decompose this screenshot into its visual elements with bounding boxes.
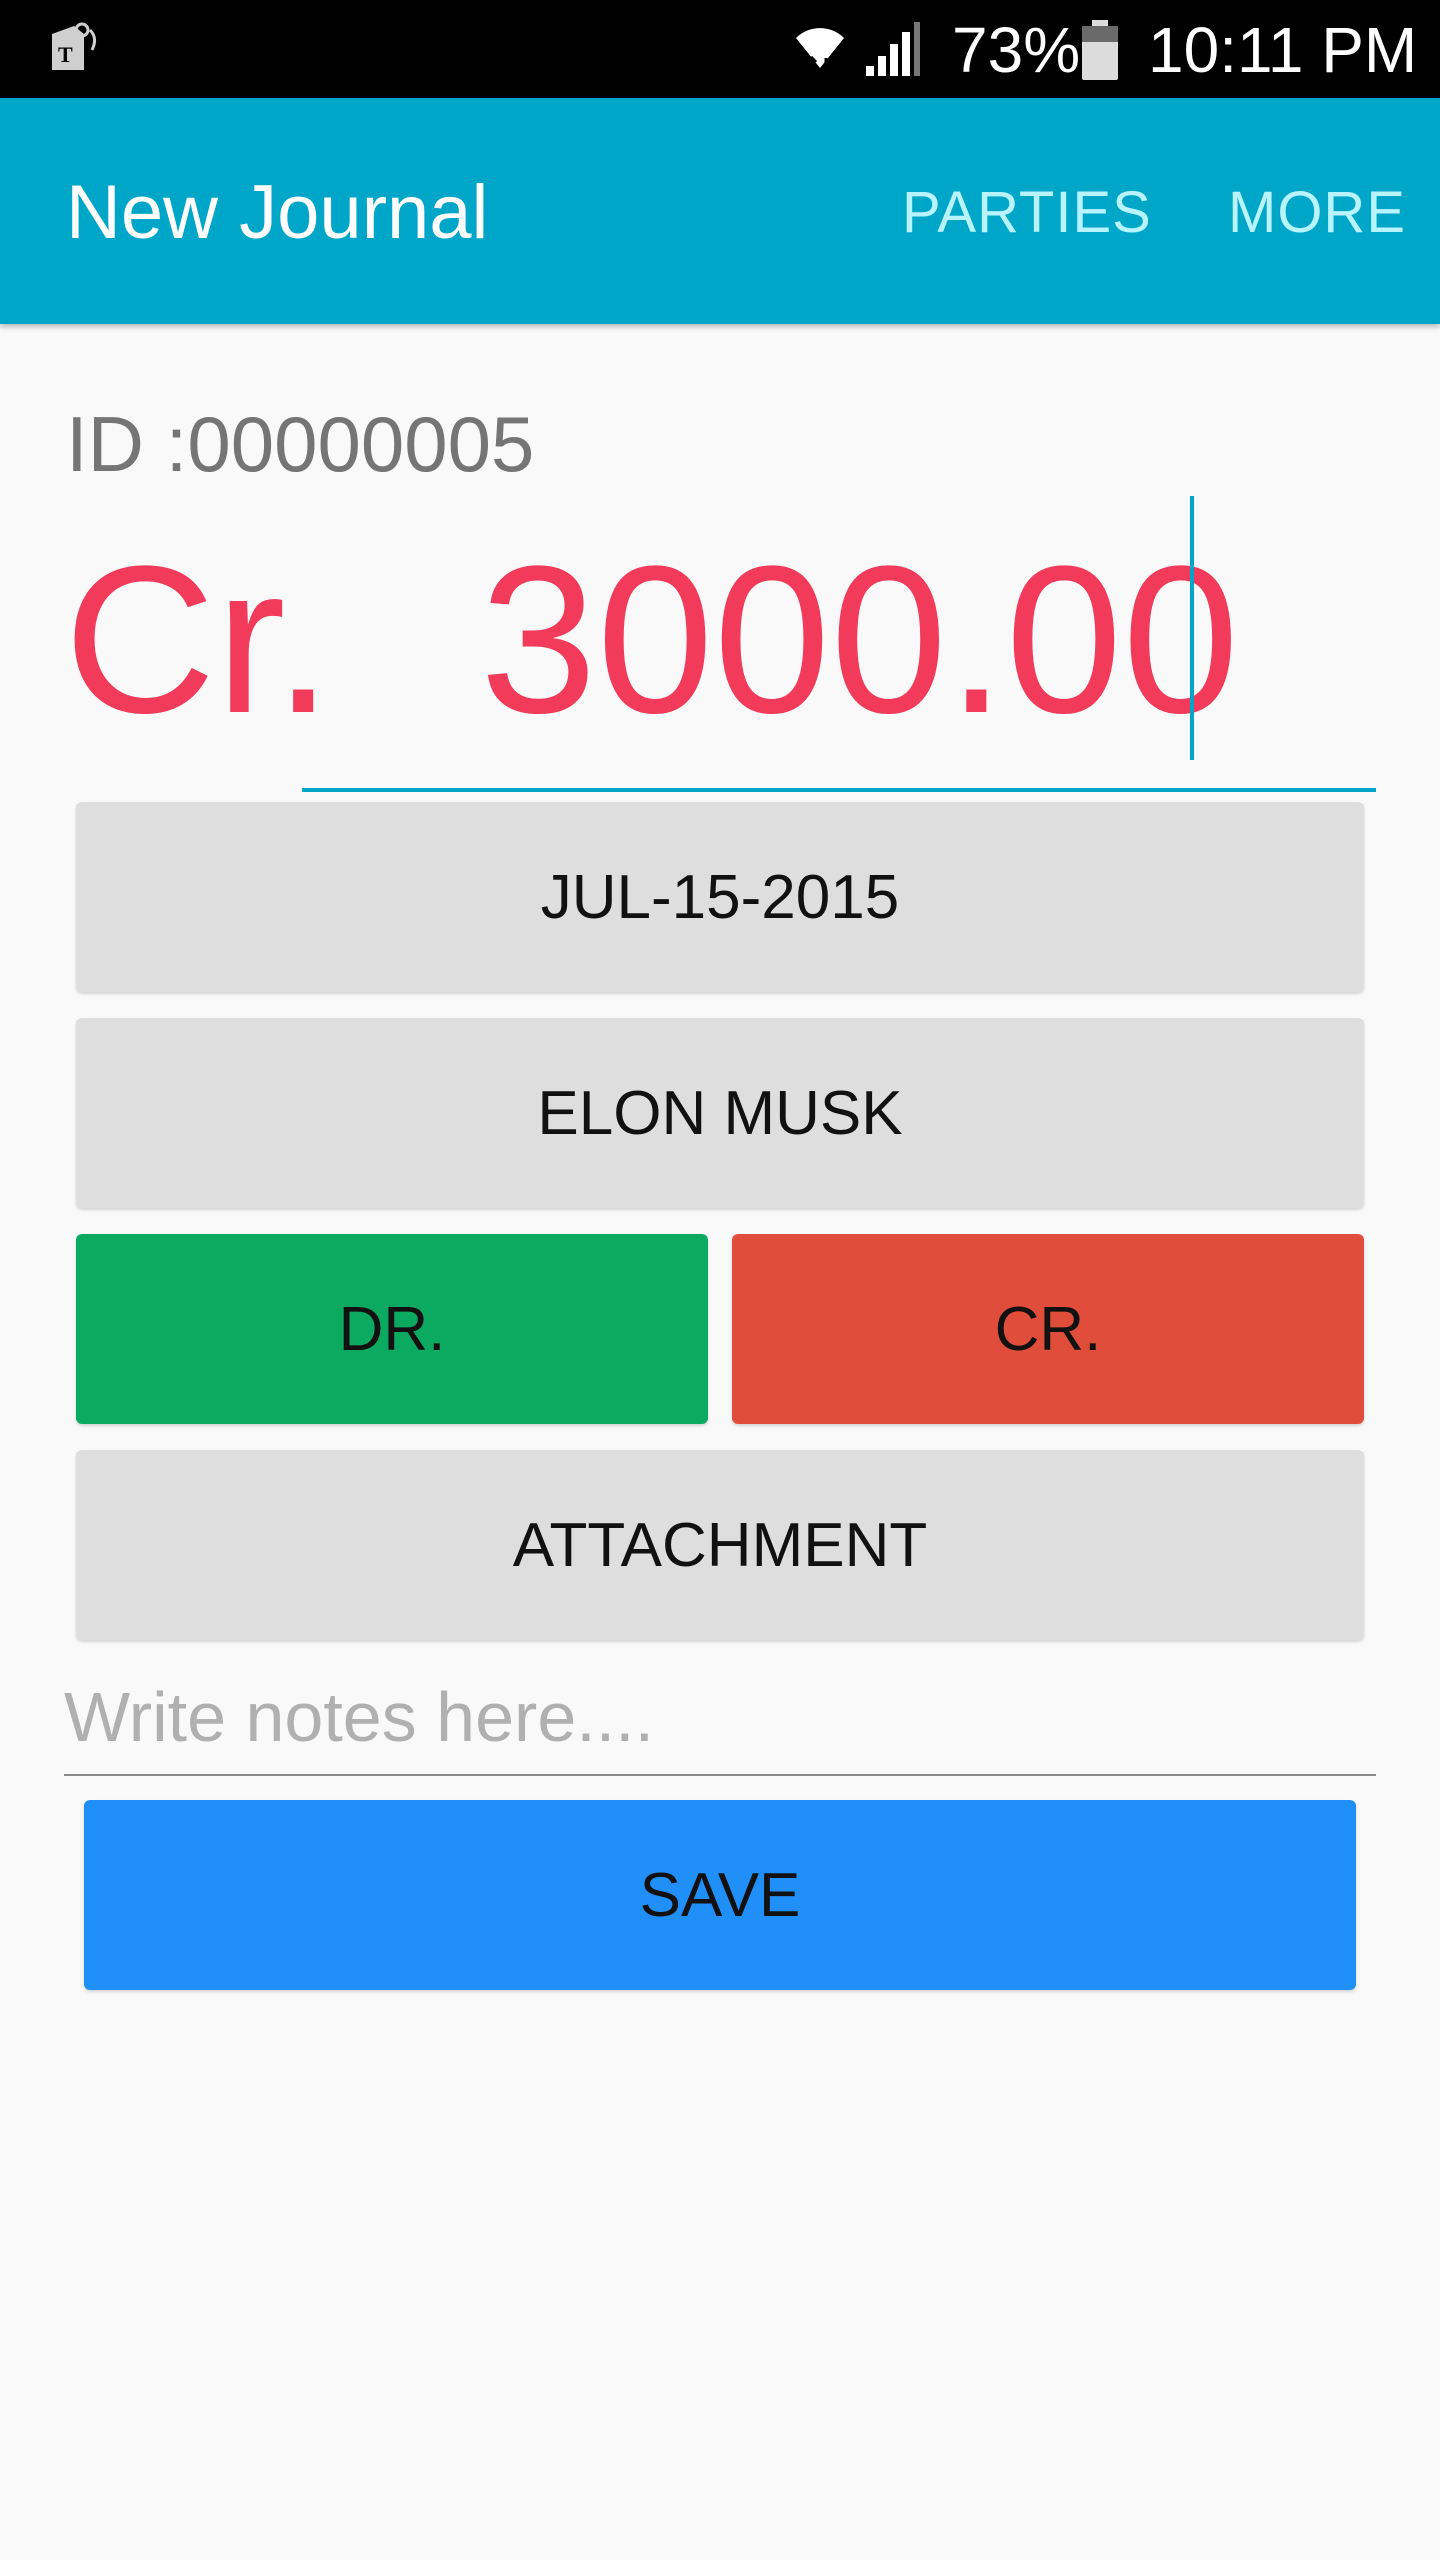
page-title: New Journal bbox=[66, 170, 489, 255]
date-button[interactable]: JUL-15-2015 bbox=[76, 802, 1364, 992]
carrier-app-icon: T bbox=[52, 22, 97, 70]
party-button[interactable]: ELON MUSK bbox=[76, 1018, 1364, 1208]
wifi-icon bbox=[796, 28, 844, 77]
amount-field[interactable]: 3000.00 bbox=[302, 496, 1376, 792]
journal-id: ID :00000005 bbox=[66, 400, 535, 488]
currency-prefix: Cr. bbox=[64, 522, 333, 757]
save-button[interactable]: SAVE bbox=[84, 1800, 1356, 1990]
parties-action[interactable]: PARTIES bbox=[902, 178, 1152, 248]
app-bar: New Journal PARTIES MORE bbox=[0, 98, 1440, 324]
notes-input[interactable] bbox=[64, 1660, 1376, 1782]
status-bar: T 73% 10:11 PM bbox=[0, 0, 1440, 98]
svg-text:T: T bbox=[58, 42, 73, 67]
credit-button[interactable]: CR. bbox=[732, 1234, 1364, 1424]
signal-icon bbox=[866, 22, 920, 76]
debit-button[interactable]: DR. bbox=[76, 1234, 708, 1424]
amount-value[interactable]: 3000.00 bbox=[480, 530, 1239, 750]
clock: 10:11 PM bbox=[1148, 14, 1418, 86]
battery-icon bbox=[1082, 20, 1118, 80]
battery-percentage: 73% bbox=[952, 14, 1081, 86]
more-action[interactable]: MORE bbox=[1228, 178, 1406, 248]
text-cursor bbox=[1190, 496, 1194, 760]
attachment-button[interactable]: ATTACHMENT bbox=[76, 1450, 1364, 1640]
notes-field[interactable] bbox=[64, 1660, 1376, 1782]
